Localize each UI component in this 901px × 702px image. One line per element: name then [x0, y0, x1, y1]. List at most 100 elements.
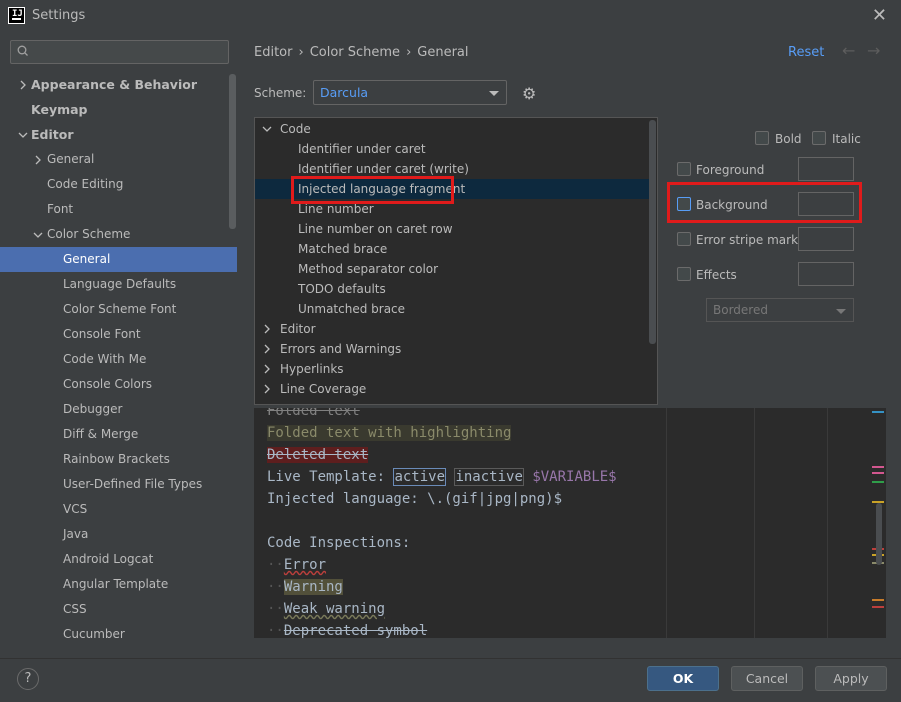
sidebar-item-label: General — [47, 152, 95, 166]
attribute-tree-item[interactable]: Unmatched brace — [255, 299, 649, 319]
effects-checkbox[interactable] — [677, 267, 691, 281]
sidebar-item-label: Editor — [31, 127, 74, 142]
preview-deleted-text: Deleted text — [267, 447, 369, 463]
sidebar-item[interactable]: Editor — [0, 122, 229, 147]
reset-link[interactable]: Reset — [788, 45, 824, 60]
attribute-tree-label: Identifier under caret — [298, 142, 426, 156]
sidebar-item[interactable]: Android Logcat — [0, 547, 229, 572]
cancel-button[interactable]: Cancel — [731, 666, 803, 691]
sidebar-item[interactable]: Angular Template — [0, 572, 229, 597]
attribute-tree-item[interactable]: Editor — [255, 319, 649, 339]
preview-warning: Warning — [283, 579, 343, 595]
sidebar-item[interactable]: Language Defaults — [0, 272, 229, 297]
close-icon[interactable]: ✕ — [872, 5, 887, 26]
effects-color-swatch[interactable] — [798, 262, 854, 286]
bold-checkbox[interactable] — [755, 131, 769, 145]
attribute-tree-item[interactable]: Method separator color — [255, 259, 649, 279]
chevron-right-icon[interactable] — [18, 80, 28, 90]
sidebar-item[interactable]: Color Scheme Font — [0, 297, 229, 322]
error-stripe-mark[interactable] — [872, 606, 884, 608]
sidebar-item-label: General — [63, 252, 111, 266]
gear-icon[interactable]: ⚙ — [522, 84, 536, 103]
chevron-right-icon[interactable] — [262, 324, 272, 334]
attribute-tree-label: Hyperlinks — [280, 362, 344, 376]
error-stripe-mark[interactable] — [872, 466, 884, 468]
chevron-right-icon[interactable] — [262, 384, 272, 394]
sidebar-item[interactable]: User-Defined File Types — [0, 472, 229, 497]
attribute-tree-item[interactable]: Identifier under caret — [255, 139, 649, 159]
foreground-label: Foreground — [696, 163, 765, 177]
sidebar-item-label: Java — [63, 527, 89, 541]
foreground-color-swatch[interactable] — [798, 157, 854, 181]
chevron-right-icon[interactable] — [33, 155, 43, 165]
effects-type-value: Bordered — [713, 303, 768, 317]
sidebar-item[interactable]: Color Scheme — [0, 222, 229, 247]
sidebar-item[interactable]: Rainbow Brackets — [0, 447, 229, 472]
error-stripe-mark[interactable] — [872, 472, 884, 474]
attribute-tree-item[interactable]: Matched brace — [255, 239, 649, 259]
effects-type-dropdown[interactable]: Bordered — [706, 298, 854, 322]
attribute-tree-item[interactable]: Line number on caret row — [255, 219, 649, 239]
preview-lt-variable: $VARIABLE$ — [532, 469, 617, 485]
sidebar-item[interactable]: Console Colors — [0, 372, 229, 397]
sidebar-item[interactable]: Code Editing — [0, 172, 229, 197]
window-title: Settings — [32, 8, 86, 23]
breadcrumb-item: General — [417, 45, 469, 60]
sidebar-item[interactable]: CSS — [0, 597, 229, 622]
chevron-right-icon[interactable] — [262, 364, 272, 374]
error-stripe-mark[interactable] — [872, 599, 884, 601]
foreground-checkbox[interactable] — [677, 162, 691, 176]
ok-button[interactable]: OK — [647, 666, 719, 691]
breadcrumb-item: Editor — [254, 45, 293, 60]
attribute-tree-label: Method separator color — [298, 262, 439, 276]
sidebar-item[interactable]: Diff & Merge — [0, 422, 229, 447]
left-scrollbar[interactable] — [229, 74, 236, 229]
help-button[interactable]: ? — [17, 668, 39, 690]
sidebar-item[interactable]: General — [0, 147, 229, 172]
sidebar-item[interactable]: Keymap — [0, 97, 229, 122]
breadcrumb-item: Color Scheme — [309, 45, 401, 60]
sidebar-item-label: Color Scheme Font — [63, 302, 177, 316]
error-stripe-checkbox[interactable] — [677, 232, 691, 246]
attributes-scrollbar[interactable] — [649, 120, 656, 344]
attribute-tree-label: Editor — [280, 322, 316, 336]
error-stripe-mark[interactable] — [872, 411, 884, 413]
sidebar-item[interactable]: Console Font — [0, 322, 229, 347]
effects-label: Effects — [696, 268, 737, 282]
sidebar-item[interactable]: Code With Me — [0, 347, 229, 372]
sidebar-item[interactable]: VCS — [0, 497, 229, 522]
sidebar-item[interactable]: Appearance & Behavior — [0, 72, 229, 97]
forward-arrow-icon[interactable]: → — [867, 41, 880, 60]
error-stripe-mark[interactable] — [872, 481, 884, 483]
attribute-tree-item[interactable]: TODO defaults — [255, 279, 649, 299]
sidebar-item[interactable]: Java — [0, 522, 229, 547]
sidebar-item-label: Code Editing — [47, 177, 124, 191]
italic-checkbox[interactable] — [812, 131, 826, 145]
intellij-app-icon: IJ — [8, 7, 25, 24]
preview-folded-text: Folded text — [267, 408, 360, 419]
sidebar-item[interactable]: Font — [0, 197, 229, 222]
sidebar-item[interactable]: General — [0, 247, 237, 272]
chevron-down-icon[interactable] — [33, 230, 43, 240]
apply-button[interactable]: Apply — [815, 666, 887, 691]
attribute-tree-item[interactable]: Code — [255, 119, 649, 139]
scheme-dropdown[interactable]: Darcula — [313, 80, 507, 105]
chevron-down-icon[interactable] — [18, 130, 28, 140]
preview-editor[interactable]: Folded text Folded text with highlightin… — [254, 408, 886, 638]
preview-lt-inactive: inactive — [454, 468, 524, 486]
back-arrow-icon[interactable]: ← — [842, 41, 855, 60]
preview-scrollbar[interactable] — [876, 503, 882, 565]
attribute-tree-label: Line number on caret row — [298, 222, 453, 236]
search-input[interactable] — [10, 40, 229, 64]
sidebar-item-label: Debugger — [63, 402, 123, 416]
attribute-tree-item[interactable]: Line Coverage — [255, 379, 649, 399]
sidebar-item[interactable]: Debugger — [0, 397, 229, 422]
chevron-right-icon[interactable] — [262, 344, 272, 354]
error-stripe-color-swatch[interactable] — [798, 227, 854, 251]
attribute-tree-item[interactable]: Errors and Warnings — [255, 339, 649, 359]
sidebar-item-label: Angular Template — [63, 577, 169, 591]
preview-injected-language: Injected language: \.(gif|jpg|png)$ — [267, 491, 563, 507]
sidebar-item[interactable]: Cucumber — [0, 622, 229, 647]
attribute-tree-item[interactable]: Hyperlinks — [255, 359, 649, 379]
chevron-down-icon[interactable] — [262, 124, 272, 134]
